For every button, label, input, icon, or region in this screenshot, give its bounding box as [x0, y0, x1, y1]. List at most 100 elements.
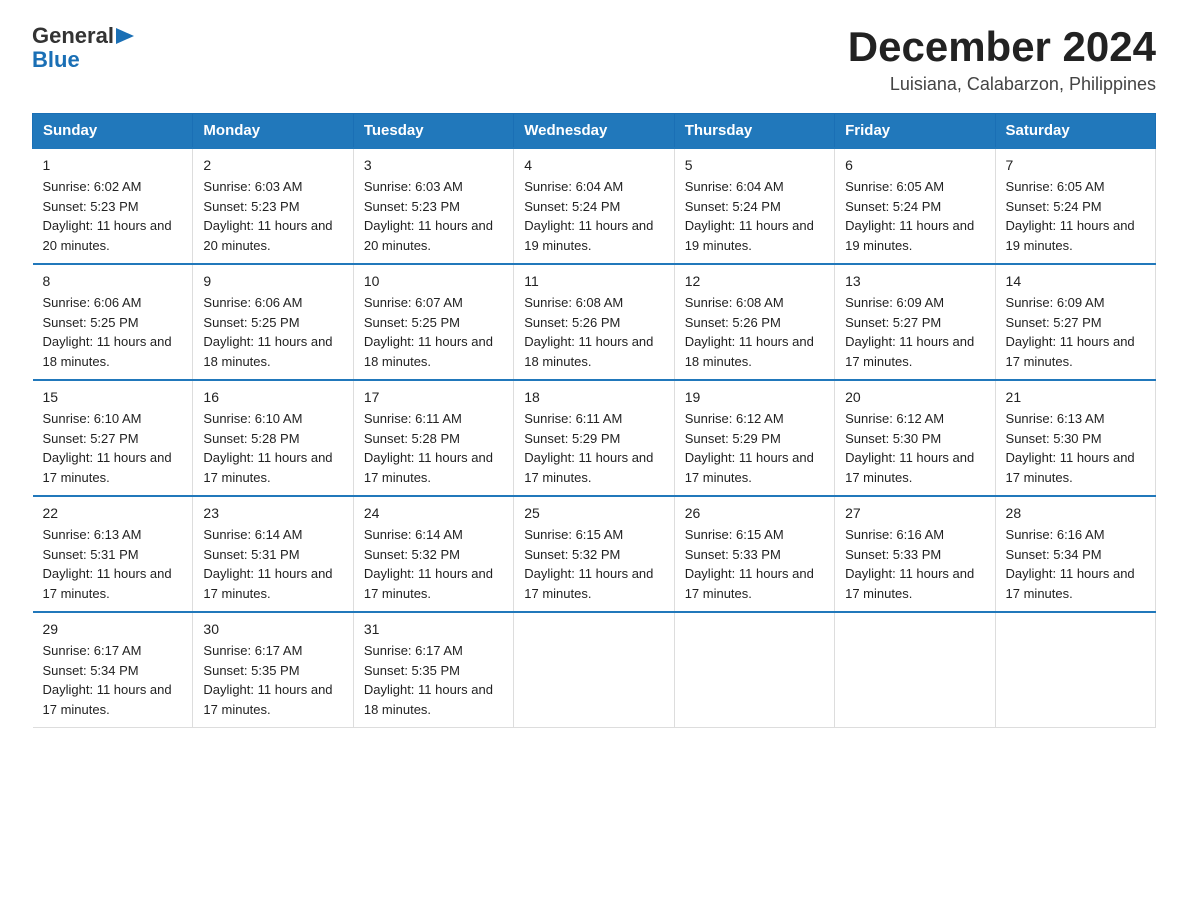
logo-blue: Blue: [32, 48, 80, 72]
main-title: December 2024: [848, 24, 1156, 70]
day-number: 27: [845, 505, 984, 521]
day-number: 19: [685, 389, 824, 405]
day-number: 3: [364, 157, 503, 173]
header-cell-friday: Friday: [835, 114, 995, 149]
day-info: Sunrise: 6:05 AMSunset: 5:24 PMDaylight:…: [845, 179, 974, 253]
calendar-cell: 27 Sunrise: 6:16 AMSunset: 5:33 PMDayligh…: [835, 496, 995, 612]
calendar-cell: 10 Sunrise: 6:07 AMSunset: 5:25 PMDayligh…: [353, 264, 513, 380]
calendar-cell: 14Sunrise: 6:09 AMSunset: 5:27 PMDayligh…: [995, 264, 1155, 380]
day-info: Sunrise: 6:07 AMSunset: 5:25 PMDaylight:…: [364, 295, 493, 369]
calendar-cell: 22 Sunrise: 6:13 AMSunset: 5:31 PMDayligh…: [33, 496, 193, 612]
calendar-cell: 25 Sunrise: 6:15 AMSunset: 5:32 PMDayligh…: [514, 496, 674, 612]
day-number: 15: [43, 389, 183, 405]
day-number: 18: [524, 389, 663, 405]
day-info: Sunrise: 6:05 AMSunset: 5:24 PMDaylight:…: [1006, 179, 1135, 253]
calendar-week-1: 1 Sunrise: 6:02 AMSunset: 5:23 PMDaylight…: [33, 148, 1156, 264]
day-info: Sunrise: 6:12 AMSunset: 5:30 PMDaylight:…: [845, 411, 974, 485]
day-number: 25: [524, 505, 663, 521]
calendar-cell: 28 Sunrise: 6:16 AMSunset: 5:34 PMDayligh…: [995, 496, 1155, 612]
calendar-cell: [514, 612, 674, 728]
calendar-cell: 15 Sunrise: 6:10 AMSunset: 5:27 PMDayligh…: [33, 380, 193, 496]
day-info: Sunrise: 6:16 AMSunset: 5:34 PMDaylight:…: [1006, 527, 1135, 601]
day-info: Sunrise: 6:13 AMSunset: 5:31 PMDaylight:…: [43, 527, 172, 601]
day-info: Sunrise: 6:17 AMSunset: 5:35 PMDaylight:…: [364, 643, 493, 717]
calendar-cell: 31 Sunrise: 6:17 AMSunset: 5:35 PMDayligh…: [353, 612, 513, 728]
day-number: 5: [685, 157, 824, 173]
calendar-cell: 7Sunrise: 6:05 AMSunset: 5:24 PMDaylight…: [995, 148, 1155, 264]
day-info: Sunrise: 6:08 AMSunset: 5:26 PMDaylight:…: [685, 295, 814, 369]
day-info: Sunrise: 6:09 AMSunset: 5:27 PMDaylight:…: [845, 295, 974, 369]
day-info: Sunrise: 6:09 AMSunset: 5:27 PMDaylight:…: [1006, 295, 1135, 369]
day-number: 23: [203, 505, 342, 521]
day-number: 10: [364, 273, 503, 289]
day-number: 29: [43, 621, 183, 637]
calendar-cell: 13 Sunrise: 6:09 AMSunset: 5:27 PMDayligh…: [835, 264, 995, 380]
calendar-week-5: 29 Sunrise: 6:17 AMSunset: 5:34 PMDayligh…: [33, 612, 1156, 728]
day-number: 17: [364, 389, 503, 405]
header-cell-thursday: Thursday: [674, 114, 834, 149]
day-info: Sunrise: 6:11 AMSunset: 5:29 PMDaylight:…: [524, 411, 653, 485]
day-number: 22: [43, 505, 183, 521]
day-info: Sunrise: 6:14 AMSunset: 5:32 PMDaylight:…: [364, 527, 493, 601]
calendar-cell: 6 Sunrise: 6:05 AMSunset: 5:24 PMDaylight…: [835, 148, 995, 264]
calendar-cell: 29 Sunrise: 6:17 AMSunset: 5:34 PMDayligh…: [33, 612, 193, 728]
calendar-cell: 30 Sunrise: 6:17 AMSunset: 5:35 PMDayligh…: [193, 612, 353, 728]
calendar-cell: 24 Sunrise: 6:14 AMSunset: 5:32 PMDayligh…: [353, 496, 513, 612]
day-info: Sunrise: 6:10 AMSunset: 5:27 PMDaylight:…: [43, 411, 172, 485]
subtitle: Luisiana, Calabarzon, Philippines: [848, 74, 1156, 95]
day-number: 30: [203, 621, 342, 637]
calendar-cell: 2Sunrise: 6:03 AMSunset: 5:23 PMDaylight…: [193, 148, 353, 264]
day-info: Sunrise: 6:13 AMSunset: 5:30 PMDaylight:…: [1006, 411, 1135, 485]
day-number: 21: [1006, 389, 1145, 405]
day-number: 6: [845, 157, 984, 173]
day-number: 16: [203, 389, 342, 405]
day-info: Sunrise: 6:11 AMSunset: 5:28 PMDaylight:…: [364, 411, 493, 485]
day-number: 8: [43, 273, 183, 289]
day-number: 13: [845, 273, 984, 289]
day-info: Sunrise: 6:14 AMSunset: 5:31 PMDaylight:…: [203, 527, 332, 601]
day-info: Sunrise: 6:02 AMSunset: 5:23 PMDaylight:…: [43, 179, 172, 253]
calendar-cell: 3Sunrise: 6:03 AMSunset: 5:23 PMDaylight…: [353, 148, 513, 264]
day-info: Sunrise: 6:16 AMSunset: 5:33 PMDaylight:…: [845, 527, 974, 601]
calendar-week-4: 22 Sunrise: 6:13 AMSunset: 5:31 PMDayligh…: [33, 496, 1156, 612]
day-info: Sunrise: 6:10 AMSunset: 5:28 PMDaylight:…: [203, 411, 332, 485]
calendar-cell: [995, 612, 1155, 728]
calendar-week-2: 8 Sunrise: 6:06 AMSunset: 5:25 PMDaylight…: [33, 264, 1156, 380]
calendar-cell: 8Sunrise: 6:06 AMSunset: 5:25 PMDaylight…: [33, 264, 193, 380]
day-number: 1: [43, 157, 183, 173]
day-info: Sunrise: 6:15 AMSunset: 5:33 PMDaylight:…: [685, 527, 814, 601]
day-number: 24: [364, 505, 503, 521]
day-number: 28: [1006, 505, 1145, 521]
day-info: Sunrise: 6:17 AMSunset: 5:34 PMDaylight:…: [43, 643, 172, 717]
day-number: 26: [685, 505, 824, 521]
header-cell-wednesday: Wednesday: [514, 114, 674, 149]
calendar-cell: 21 Sunrise: 6:13 AMSunset: 5:30 PMDayligh…: [995, 380, 1155, 496]
calendar-cell: 20Sunrise: 6:12 AMSunset: 5:30 PMDayligh…: [835, 380, 995, 496]
calendar-body: 1 Sunrise: 6:02 AMSunset: 5:23 PMDaylight…: [33, 148, 1156, 728]
day-info: Sunrise: 6:17 AMSunset: 5:35 PMDaylight:…: [203, 643, 332, 717]
calendar-cell: 4 Sunrise: 6:04 AMSunset: 5:24 PMDaylight…: [514, 148, 674, 264]
day-number: 31: [364, 621, 503, 637]
day-info: Sunrise: 6:08 AMSunset: 5:26 PMDaylight:…: [524, 295, 653, 369]
header-cell-tuesday: Tuesday: [353, 114, 513, 149]
day-info: Sunrise: 6:06 AMSunset: 5:25 PMDaylight:…: [203, 295, 332, 369]
calendar-cell: 16 Sunrise: 6:10 AMSunset: 5:28 PMDayligh…: [193, 380, 353, 496]
calendar-cell: [674, 612, 834, 728]
day-number: 4: [524, 157, 663, 173]
day-number: 9: [203, 273, 342, 289]
calendar-cell: 11 Sunrise: 6:08 AMSunset: 5:26 PMDayligh…: [514, 264, 674, 380]
logo: General Blue: [32, 24, 134, 72]
calendar-table: SundayMondayTuesdayWednesdayThursdayFrid…: [32, 113, 1156, 728]
calendar-cell: 18 Sunrise: 6:11 AMSunset: 5:29 PMDayligh…: [514, 380, 674, 496]
logo-arrow-icon: [116, 28, 134, 46]
day-info: Sunrise: 6:15 AMSunset: 5:32 PMDaylight:…: [524, 527, 653, 601]
day-info: Sunrise: 6:04 AMSunset: 5:24 PMDaylight:…: [524, 179, 653, 253]
calendar-cell: [835, 612, 995, 728]
calendar-cell: 17 Sunrise: 6:11 AMSunset: 5:28 PMDayligh…: [353, 380, 513, 496]
calendar-week-3: 15 Sunrise: 6:10 AMSunset: 5:27 PMDayligh…: [33, 380, 1156, 496]
calendar-cell: 5Sunrise: 6:04 AMSunset: 5:24 PMDaylight…: [674, 148, 834, 264]
header-cell-saturday: Saturday: [995, 114, 1155, 149]
day-number: 11: [524, 273, 663, 289]
header-row: SundayMondayTuesdayWednesdayThursdayFrid…: [33, 114, 1156, 149]
calendar-cell: 9 Sunrise: 6:06 AMSunset: 5:25 PMDaylight…: [193, 264, 353, 380]
